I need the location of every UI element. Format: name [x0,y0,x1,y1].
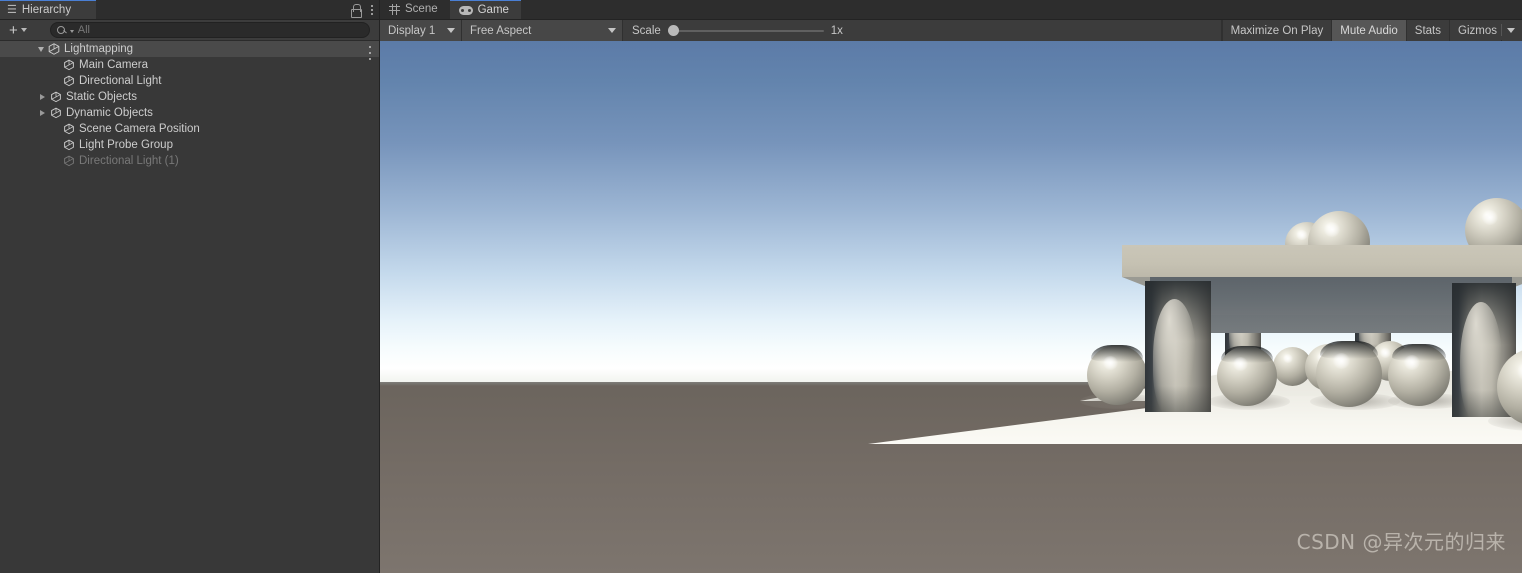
gameobject-icon [64,155,74,167]
hierarchy-row-main-camera[interactable]: Main Camera [0,57,379,73]
plus-icon: + [9,21,18,39]
kebab-menu-icon[interactable] [369,3,375,17]
chevron-down-icon [608,28,616,33]
gizmos-button[interactable]: Gizmos [1449,20,1501,41]
hierarchy-tree[interactable]: Lightmapping Main Camera Directional Lig… [0,41,379,573]
hierarchy-row-label: Dynamic Objects [66,107,153,119]
chevron-down-icon [20,28,27,32]
game-toolbar: Display 1 Free Aspect Scale 1x Maximize … [380,20,1522,41]
search-input-wrapper[interactable] [49,22,370,38]
list-icon: ☰ [7,3,17,16]
gameobject-icon [64,75,74,87]
tab-hierarchy-label: Hierarchy [21,4,72,16]
hierarchy-row-label: Lightmapping [64,43,134,55]
tab-game-label: Game [477,4,509,16]
game-panel: Scene Game Display 1 Free Aspect Scale 1… [380,0,1522,573]
maximize-on-play-label: Maximize On Play [1230,24,1324,37]
gizmos-dropdown-button[interactable] [1502,20,1522,41]
hierarchy-row-directional-light-1[interactable]: Directional Light (1) [0,153,379,169]
mute-audio-label: Mute Audio [1340,24,1398,37]
scale-slider-knob[interactable] [667,25,679,36]
gameobject-icon [51,107,61,119]
sphere-right-dark [1388,344,1450,406]
gameobject-icon [51,91,61,103]
hierarchy-panel: ☰ Hierarchy + All Lightmapping Main Came… [0,0,380,573]
game-toolbar-right: Maximize On Play Mute Audio Stats Gizmos [1221,20,1522,41]
slab-roof [1122,245,1522,277]
hierarchy-row-label: Static Objects [66,91,137,103]
add-gameobject-button[interactable]: + [4,22,32,39]
hierarchy-toolbar: + [0,20,379,41]
display-dropdown[interactable]: Display 1 [380,20,462,41]
unity-scene-icon [48,43,60,55]
hierarchy-row-light-probe-group[interactable]: Light Probe Group [0,137,379,153]
unity-editor-window: ☰ Hierarchy + All Lightmapping Main Came… [0,0,1522,573]
hierarchy-row-label: Main Camera [79,59,149,71]
hierarchy-row-label: Scene Camera Position [79,123,200,135]
search-filter-chevron-icon[interactable] [69,30,74,33]
scale-control: Scale 1x [623,20,1222,41]
gameobject-icon [64,123,74,135]
tab-scene[interactable]: Scene [380,0,450,19]
hierarchy-row-directional-light[interactable]: Directional Light [0,73,379,89]
column-front-left [1145,281,1211,412]
chevron-down-icon [1507,28,1515,33]
watermark-text: CSDN @异次元的归来 [1296,530,1506,554]
game-tabbar: Scene Game [380,0,1522,20]
hierarchy-row-static-objects[interactable]: Static Objects [0,89,379,105]
hierarchy-row-lightmapping[interactable]: Lightmapping [0,41,379,60]
tab-game[interactable]: Game [449,0,521,19]
hierarchy-row-label: Directional Light [79,75,162,87]
hierarchy-row-dynamic-objects[interactable]: Dynamic Objects [0,105,379,121]
hierarchy-tab-actions [350,0,375,20]
scale-slider[interactable] [667,24,824,38]
gameobject-icon [64,59,74,71]
gamepad-icon [458,5,473,15]
twisty-right-icon[interactable] [36,94,49,100]
aspect-ratio-label: Free Aspect [470,24,532,37]
twisty-right-icon[interactable] [36,110,49,116]
hierarchy-row-scene-camera-position[interactable]: Scene Camera Position [0,121,379,137]
gameobject-icon [64,139,74,151]
hierarchy-tabbar: ☰ Hierarchy [0,0,379,20]
aspect-ratio-dropdown[interactable]: Free Aspect [462,20,623,41]
chevron-down-icon [447,28,455,33]
grid-icon [389,3,400,15]
stats-button[interactable]: Stats [1405,20,1450,41]
tab-hierarchy[interactable]: ☰ Hierarchy [0,0,96,19]
mute-audio-button[interactable]: Mute Audio [1331,20,1406,41]
stats-label: Stats [1414,24,1442,37]
gizmos-label: Gizmos [1458,24,1497,37]
display-dropdown-label: Display 1 [388,24,436,37]
slab-underside-inner [1190,315,1472,333]
scale-label: Scale [632,24,661,37]
twisty-down-icon[interactable] [34,46,47,52]
scale-slider-track [667,29,824,32]
sphere-front-far-left [1087,345,1147,405]
hierarchy-row-label: Light Probe Group [79,139,173,151]
search-icon [56,25,67,35]
tab-scene-label: Scene [405,3,438,15]
sphere-center-front [1316,341,1382,407]
game-viewport[interactable]: CSDN @异次元的归来 [380,41,1522,573]
scale-value: 1x [830,24,843,37]
maximize-on-play-button[interactable]: Maximize On Play [1221,20,1332,41]
search-input[interactable] [77,24,363,36]
hierarchy-row-label: Directional Light (1) [79,155,179,167]
lock-icon[interactable] [350,4,362,18]
sphere-front-left [1217,346,1277,406]
